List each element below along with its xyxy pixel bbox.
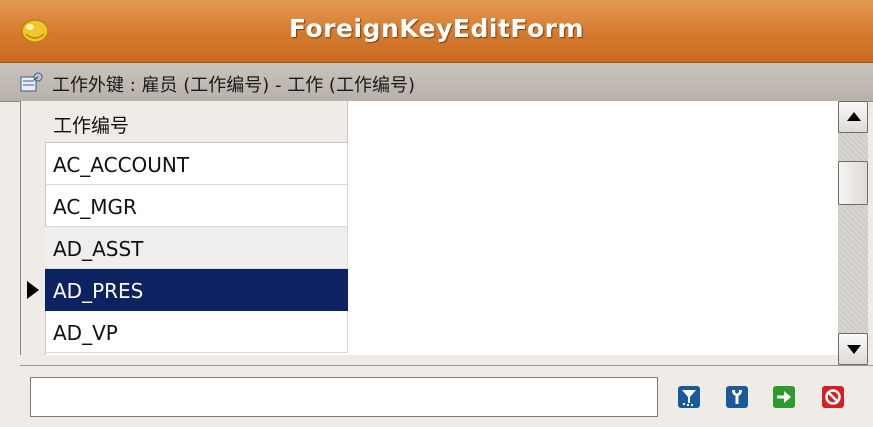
divider xyxy=(20,365,873,366)
arrow-up-icon xyxy=(847,112,861,121)
row-indicator-column xyxy=(21,101,46,355)
current-row-pointer-icon xyxy=(27,281,39,299)
grid-row[interactable]: AD_VP xyxy=(45,311,348,353)
cancel-icon xyxy=(822,386,844,408)
filter-button[interactable] xyxy=(678,386,700,408)
grid-row[interactable]: AD_ASST xyxy=(45,227,348,269)
scroll-up-button[interactable] xyxy=(838,101,868,133)
scroll-thumb[interactable] xyxy=(838,161,868,205)
relation-link-icon xyxy=(20,72,43,92)
grid-cell: AD_ASST xyxy=(53,237,144,261)
cancel-button[interactable] xyxy=(822,386,844,408)
arrow-down-icon xyxy=(847,345,861,354)
foreign-key-edit-window: ForeignKeyEditForm 工作外键 : 雇员 (工作编号) - 工作… xyxy=(0,0,873,427)
key-icon xyxy=(726,386,748,408)
data-grid[interactable]: 工作编号 AC_ACCOUNT AC_MGR AD_ASST AD_PRES A… xyxy=(20,101,839,355)
filter-icon xyxy=(678,386,700,408)
column-header[interactable]: 工作编号 xyxy=(45,101,348,143)
title-bar[interactable]: ForeignKeyEditForm xyxy=(0,0,873,63)
confirm-button[interactable] xyxy=(773,386,795,408)
relation-header-text: 工作外键 : 雇员 (工作编号) - 工作 (工作编号) xyxy=(52,75,415,96)
scroll-down-button[interactable] xyxy=(838,333,868,365)
vertical-scrollbar[interactable] xyxy=(838,101,868,365)
grid-row[interactable]: AC_ACCOUNT xyxy=(45,143,348,185)
key-button[interactable] xyxy=(726,386,748,408)
confirm-arrow-icon xyxy=(773,386,795,408)
column-header-label: 工作编号 xyxy=(53,115,130,137)
grid-cell: AC_MGR xyxy=(53,195,137,219)
grid-cell: AD_PRES xyxy=(53,279,144,303)
relation-header: 工作外键 : 雇员 (工作编号) - 工作 (工作编号) xyxy=(0,63,873,102)
grid-row[interactable]: AC_MGR xyxy=(45,185,348,227)
grid-cell: AD_VP xyxy=(53,321,118,345)
window-title: ForeignKeyEditForm xyxy=(288,14,585,43)
grid-cell: AC_ACCOUNT xyxy=(53,153,190,177)
grid-row-selected[interactable]: AD_PRES xyxy=(45,269,348,311)
filter-input[interactable] xyxy=(30,377,658,417)
